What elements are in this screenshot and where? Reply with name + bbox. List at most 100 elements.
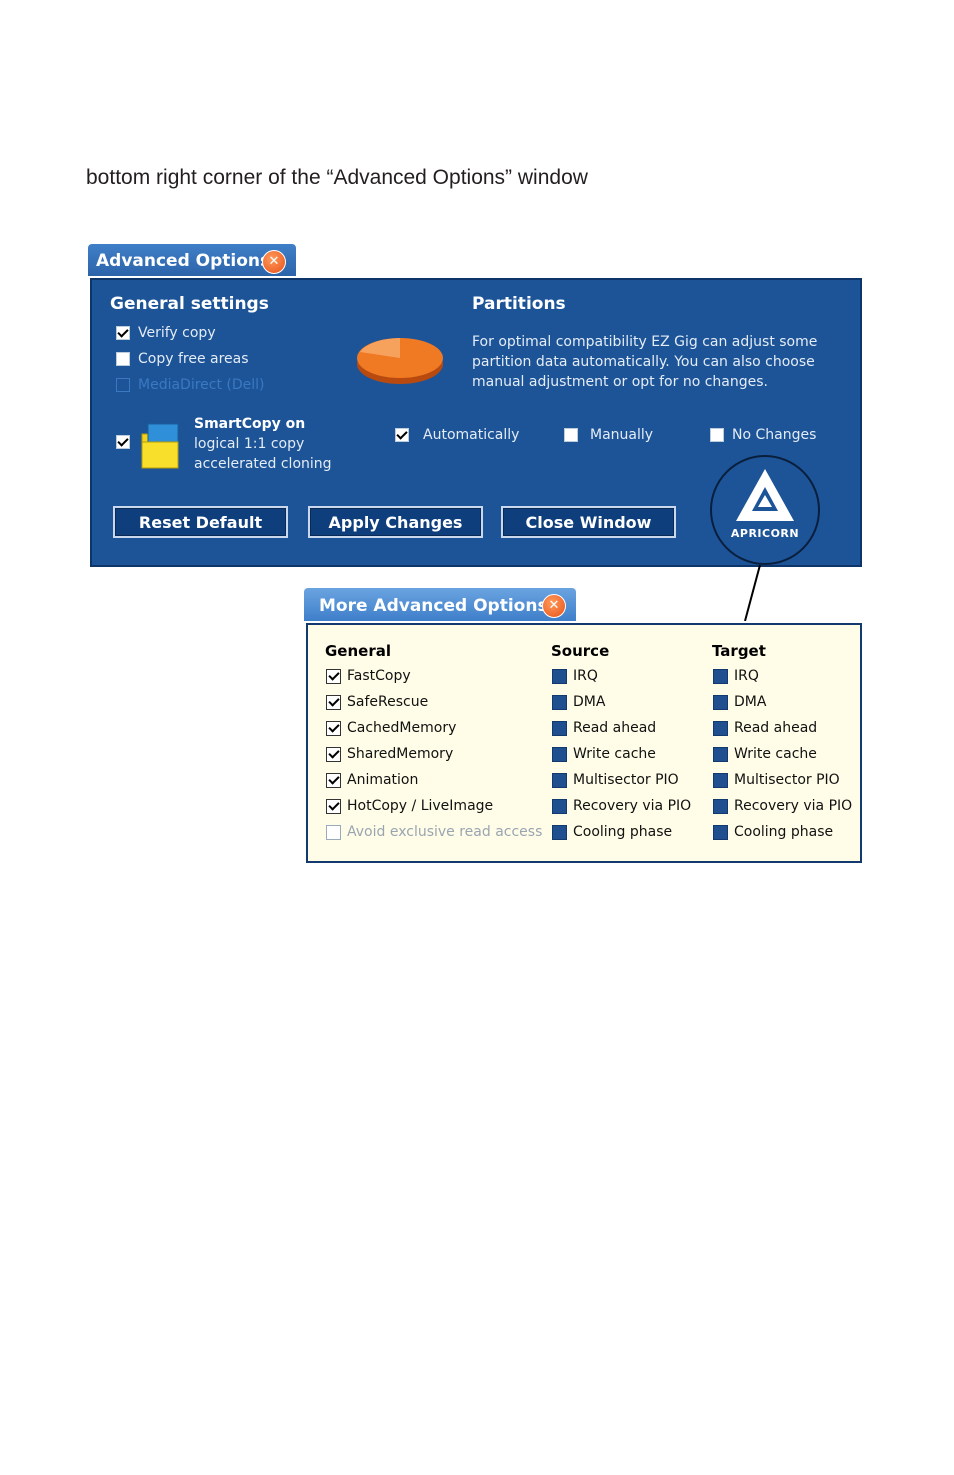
verify-copy-option[interactable]: Verify copy bbox=[116, 325, 216, 341]
smartcopy-option[interactable] bbox=[116, 435, 130, 449]
target-multisector-pio-option[interactable]: Multisector PIO bbox=[713, 772, 840, 788]
target-cooling-phase-label: Cooling phase bbox=[734, 824, 834, 840]
fastcopy-option[interactable]: FastCopy bbox=[326, 668, 411, 684]
source-multisector-pio-option[interactable]: Multisector PIO bbox=[552, 772, 679, 788]
source-column-heading: Source bbox=[551, 642, 610, 660]
source-read-ahead-label: Read ahead bbox=[573, 720, 657, 736]
source-recovery-via-pio-label: Recovery via PIO bbox=[573, 798, 692, 814]
advanced-options-title: Advanced Options bbox=[96, 251, 271, 271]
target-irq-option[interactable]: IRQ bbox=[713, 668, 759, 684]
source-cooling-phase-label: Cooling phase bbox=[573, 824, 673, 840]
source-recovery-via-pio-option[interactable]: Recovery via PIO bbox=[552, 798, 691, 814]
target-multisector-pio-checkbox[interactable] bbox=[713, 772, 728, 788]
source-write-cache-checkbox[interactable] bbox=[552, 746, 567, 762]
target-read-ahead-label: Read ahead bbox=[734, 720, 818, 736]
mediadirect-option: MediaDirect (Dell) bbox=[116, 377, 265, 393]
partitions-heading: Partitions bbox=[472, 294, 566, 314]
partition-pie-icon bbox=[357, 338, 443, 384]
manually-checkbox[interactable] bbox=[564, 428, 578, 442]
smartcopy-text: SmartCopy on logical 1:1 copy accelerate… bbox=[194, 414, 332, 474]
source-cooling-phase-checkbox[interactable] bbox=[552, 824, 567, 840]
target-recovery-via-pio-label: Recovery via PIO bbox=[734, 798, 853, 814]
smartcopy-folder-icon bbox=[141, 423, 179, 469]
source-cooling-phase-option[interactable]: Cooling phase bbox=[552, 824, 672, 840]
target-write-cache-label: Write cache bbox=[734, 746, 817, 762]
hotcopy-option[interactable]: HotCopy / LiveImage bbox=[326, 798, 493, 814]
source-multisector-pio-checkbox[interactable] bbox=[552, 772, 567, 788]
target-cooling-phase-option[interactable]: Cooling phase bbox=[713, 824, 833, 840]
mediadirect-checkbox bbox=[116, 378, 130, 392]
partition-no-changes-option[interactable]: No Changes bbox=[710, 427, 816, 443]
avoid-exclusive-read-label: Avoid exclusive read access bbox=[347, 824, 543, 840]
manually-label: Manually bbox=[590, 427, 654, 443]
avoid-exclusive-read-checkbox bbox=[326, 824, 341, 840]
more-advanced-options-title: More Advanced Options bbox=[319, 596, 548, 616]
partition-automatically-option[interactable]: Automatically bbox=[395, 427, 519, 443]
verify-copy-label: Verify copy bbox=[138, 325, 216, 341]
fastcopy-checkbox[interactable] bbox=[326, 668, 341, 684]
target-irq-label: IRQ bbox=[734, 668, 759, 684]
source-dma-checkbox[interactable] bbox=[552, 694, 567, 710]
smartcopy-checkbox[interactable] bbox=[116, 435, 130, 449]
automatically-checkbox[interactable] bbox=[395, 428, 409, 442]
target-write-cache-option[interactable]: Write cache bbox=[713, 746, 817, 762]
copy-free-areas-checkbox[interactable] bbox=[116, 352, 130, 366]
apricorn-logo-icon bbox=[736, 469, 794, 521]
source-read-ahead-checkbox[interactable] bbox=[552, 720, 567, 736]
verify-copy-checkbox[interactable] bbox=[116, 326, 130, 340]
source-write-cache-option[interactable]: Write cache bbox=[552, 746, 656, 762]
saferescue-option[interactable]: SafeRescue bbox=[326, 694, 428, 710]
source-dma-option[interactable]: DMA bbox=[552, 694, 605, 710]
animation-label: Animation bbox=[347, 772, 419, 788]
target-cooling-phase-checkbox[interactable] bbox=[713, 824, 728, 840]
apricorn-logo: APRICORN bbox=[710, 455, 820, 565]
target-read-ahead-option[interactable]: Read ahead bbox=[713, 720, 817, 736]
no-changes-checkbox[interactable] bbox=[710, 428, 724, 442]
sharedmemory-label: SharedMemory bbox=[347, 746, 454, 762]
caption-text: bottom right corner of the “Advanced Opt… bbox=[86, 166, 588, 189]
reset-default-button[interactable]: Reset Default bbox=[113, 506, 288, 538]
close-icon[interactable]: ✕ bbox=[542, 594, 566, 618]
sharedmemory-option[interactable]: SharedMemory bbox=[326, 746, 453, 762]
no-changes-label: No Changes bbox=[732, 427, 817, 443]
target-recovery-via-pio-checkbox[interactable] bbox=[713, 798, 728, 814]
general-column-heading: General bbox=[325, 642, 391, 660]
connector-line bbox=[744, 564, 761, 622]
general-settings-heading: General settings bbox=[110, 294, 269, 314]
advanced-options-title-tab: Advanced Options ✕ bbox=[88, 244, 296, 278]
target-dma-checkbox[interactable] bbox=[713, 694, 728, 710]
partition-manually-option[interactable]: Manually bbox=[564, 427, 653, 443]
source-write-cache-label: Write cache bbox=[573, 746, 656, 762]
target-dma-option[interactable]: DMA bbox=[713, 694, 766, 710]
source-recovery-via-pio-checkbox[interactable] bbox=[552, 798, 567, 814]
source-irq-checkbox[interactable] bbox=[552, 668, 567, 684]
target-irq-checkbox[interactable] bbox=[713, 668, 728, 684]
target-recovery-via-pio-option[interactable]: Recovery via PIO bbox=[713, 798, 852, 814]
target-dma-label: DMA bbox=[734, 694, 767, 710]
cachedmemory-option[interactable]: CachedMemory bbox=[326, 720, 456, 736]
animation-checkbox[interactable] bbox=[326, 772, 341, 788]
hotcopy-checkbox[interactable] bbox=[326, 798, 341, 814]
hotcopy-label: HotCopy / LiveImage bbox=[347, 798, 494, 814]
animation-option[interactable]: Animation bbox=[326, 772, 418, 788]
source-multisector-pio-label: Multisector PIO bbox=[573, 772, 679, 788]
close-window-button[interactable]: Close Window bbox=[501, 506, 676, 538]
close-icon[interactable]: ✕ bbox=[262, 250, 286, 274]
copy-free-areas-option[interactable]: Copy free areas bbox=[116, 351, 249, 367]
saferescue-checkbox[interactable] bbox=[326, 694, 341, 710]
copy-free-areas-label: Copy free areas bbox=[138, 351, 249, 367]
source-read-ahead-option[interactable]: Read ahead bbox=[552, 720, 656, 736]
target-column-heading: Target bbox=[712, 642, 766, 660]
partitions-description: For optimal compatibility EZ Gig can adj… bbox=[472, 334, 818, 390]
apply-changes-button[interactable]: Apply Changes bbox=[308, 506, 483, 538]
more-advanced-options-title-tab: More Advanced Options ✕ bbox=[304, 588, 576, 624]
target-read-ahead-checkbox[interactable] bbox=[713, 720, 728, 736]
smartcopy-line2: accelerated cloning bbox=[194, 456, 332, 472]
target-write-cache-checkbox[interactable] bbox=[713, 746, 728, 762]
cachedmemory-checkbox[interactable] bbox=[326, 720, 341, 736]
avoid-exclusive-read-option: Avoid exclusive read access bbox=[326, 824, 542, 840]
automatically-label: Automatically bbox=[423, 427, 520, 443]
sharedmemory-checkbox[interactable] bbox=[326, 746, 341, 762]
apricorn-logo-text: APRICORN bbox=[730, 527, 800, 540]
source-irq-option[interactable]: IRQ bbox=[552, 668, 598, 684]
